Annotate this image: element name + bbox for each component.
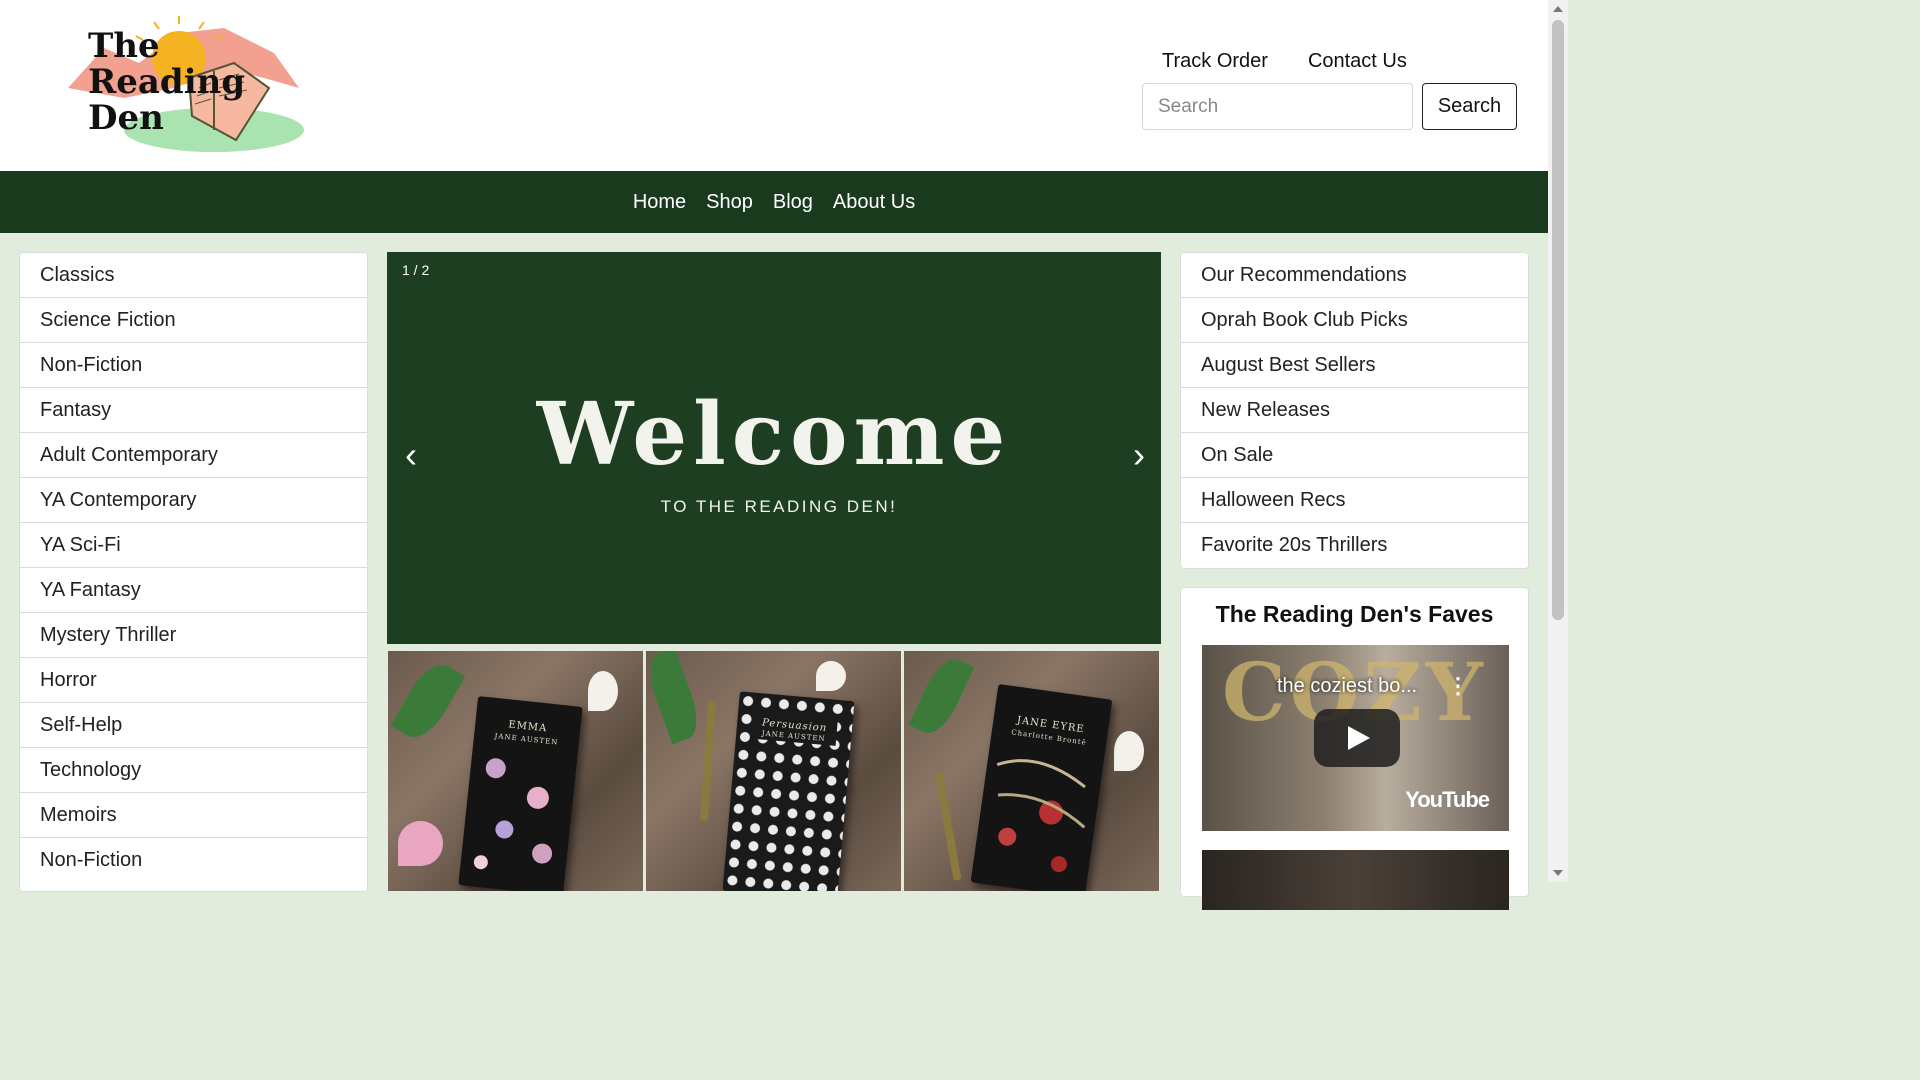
category-list: Classics Science Fiction Non-Fiction Fan… xyxy=(19,252,368,892)
book-cover: Persuasion JANE AUSTEN xyxy=(722,691,855,891)
search-button[interactable]: Search xyxy=(1422,83,1517,130)
main-nav: Home Shop Blog About Us xyxy=(0,171,1548,233)
category-item-fantasy[interactable]: Fantasy xyxy=(20,388,367,433)
scroll-thumb[interactable] xyxy=(1552,20,1564,620)
nav-home[interactable]: Home xyxy=(633,191,686,214)
logo-line-1: The xyxy=(88,26,160,66)
botanical-pattern xyxy=(996,759,1086,873)
contact-us-link[interactable]: Contact Us xyxy=(1308,50,1407,73)
category-item-non-fiction-2[interactable]: Non-Fiction xyxy=(20,838,367,883)
recommendations-list: Our Recommendations Oprah Book Club Pick… xyxy=(1180,252,1529,569)
nav-shop[interactable]: Shop xyxy=(706,191,753,214)
youtube-logo[interactable]: YouTube xyxy=(1405,787,1490,813)
category-item-memoirs[interactable]: Memoirs xyxy=(20,793,367,838)
top-links: Track Order Contact Us xyxy=(1162,50,1407,73)
category-item-ya-sci-fi[interactable]: YA Sci-Fi xyxy=(20,523,367,568)
video-title: the coziest bo... xyxy=(1277,675,1418,697)
rec-item-our-recommendations[interactable]: Our Recommendations xyxy=(1181,253,1528,298)
page-scrollbar[interactable] xyxy=(1548,0,1568,882)
category-item-science-fiction[interactable]: Science Fiction xyxy=(20,298,367,343)
book-photo-jane-eyre[interactable]: JANE EYRE Charlotte Brontë xyxy=(904,651,1159,891)
petal-decoration xyxy=(588,671,618,711)
site-header: The Reading Den Track Order Contact Us S… xyxy=(0,0,1548,171)
leaf-decoration xyxy=(390,656,466,746)
rec-item-halloween-recs[interactable]: Halloween Recs xyxy=(1181,478,1528,523)
leaf-decoration xyxy=(646,651,706,745)
faves-title: The Reading Den's Faves xyxy=(1215,601,1494,627)
leaf-decoration xyxy=(908,652,975,740)
book-cover: EMMA JANE AUSTEN xyxy=(458,696,583,891)
category-item-mystery-thriller[interactable]: Mystery Thriller xyxy=(20,613,367,658)
carousel-headline: Welcome xyxy=(536,384,1012,485)
rec-item-favorite-20s-thrillers[interactable]: Favorite 20s Thrillers xyxy=(1181,523,1528,568)
petal-decoration xyxy=(1114,731,1144,771)
carousel-next-icon[interactable]: › xyxy=(1133,437,1145,473)
welcome-carousel: 1 / 2 ‹ Welcome TO THE READING DEN! › xyxy=(387,252,1161,644)
video-embed-2[interactable] xyxy=(1202,850,1509,910)
category-item-self-help[interactable]: Self-Help xyxy=(20,703,367,748)
category-item-ya-contemporary[interactable]: YA Contemporary xyxy=(20,478,367,523)
search-input[interactable] xyxy=(1142,83,1413,130)
pen-decoration xyxy=(934,771,962,881)
category-item-horror[interactable]: Horror xyxy=(20,658,367,703)
track-order-link[interactable]: Track Order xyxy=(1162,50,1268,73)
logo-line-3: Den xyxy=(88,98,164,138)
faves-panel: The Reading Den's Faves COZY the coziest… xyxy=(1180,587,1529,910)
play-icon[interactable] xyxy=(1314,709,1400,767)
nav-blog[interactable]: Blog xyxy=(773,191,813,214)
category-item-non-fiction[interactable]: Non-Fiction xyxy=(20,343,367,388)
book-photo-persuasion[interactable]: Persuasion JANE AUSTEN xyxy=(646,651,901,891)
category-item-adult-contemporary[interactable]: Adult Contemporary xyxy=(20,433,367,478)
logo-line-2: Reading xyxy=(88,62,246,102)
flower-decoration xyxy=(398,821,443,866)
rec-item-on-sale[interactable]: On Sale xyxy=(1181,433,1528,478)
category-item-classics[interactable]: Classics xyxy=(20,253,367,298)
scroll-down-icon[interactable] xyxy=(1553,870,1563,876)
book-photo-emma[interactable]: EMMA JANE AUSTEN xyxy=(388,651,643,891)
category-item-technology[interactable]: Technology xyxy=(20,748,367,793)
nav-about-us[interactable]: About Us xyxy=(833,191,915,214)
book-cover: JANE EYRE Charlotte Brontë xyxy=(970,683,1113,891)
carousel-subheadline: TO THE READING DEN! xyxy=(660,497,898,516)
floral-pattern xyxy=(473,758,553,870)
rec-item-oprah-book-club[interactable]: Oprah Book Club Picks xyxy=(1181,298,1528,343)
category-item-ya-fantasy[interactable]: YA Fantasy xyxy=(20,568,367,613)
scroll-up-icon[interactable] xyxy=(1553,6,1563,12)
carousel-counter: 1 / 2 xyxy=(402,262,430,278)
more-options-icon[interactable]: ⋮ xyxy=(1447,673,1469,699)
rec-item-august-best-sellers[interactable]: August Best Sellers xyxy=(1181,343,1528,388)
pen-decoration xyxy=(699,700,717,822)
video-embed[interactable]: COZY the coziest bo... ⋮ YouTube xyxy=(1202,645,1509,831)
petal-decoration xyxy=(816,661,846,691)
logo-wordmark: The Reading Den xyxy=(88,28,245,136)
rec-item-new-releases[interactable]: New Releases xyxy=(1181,388,1528,433)
